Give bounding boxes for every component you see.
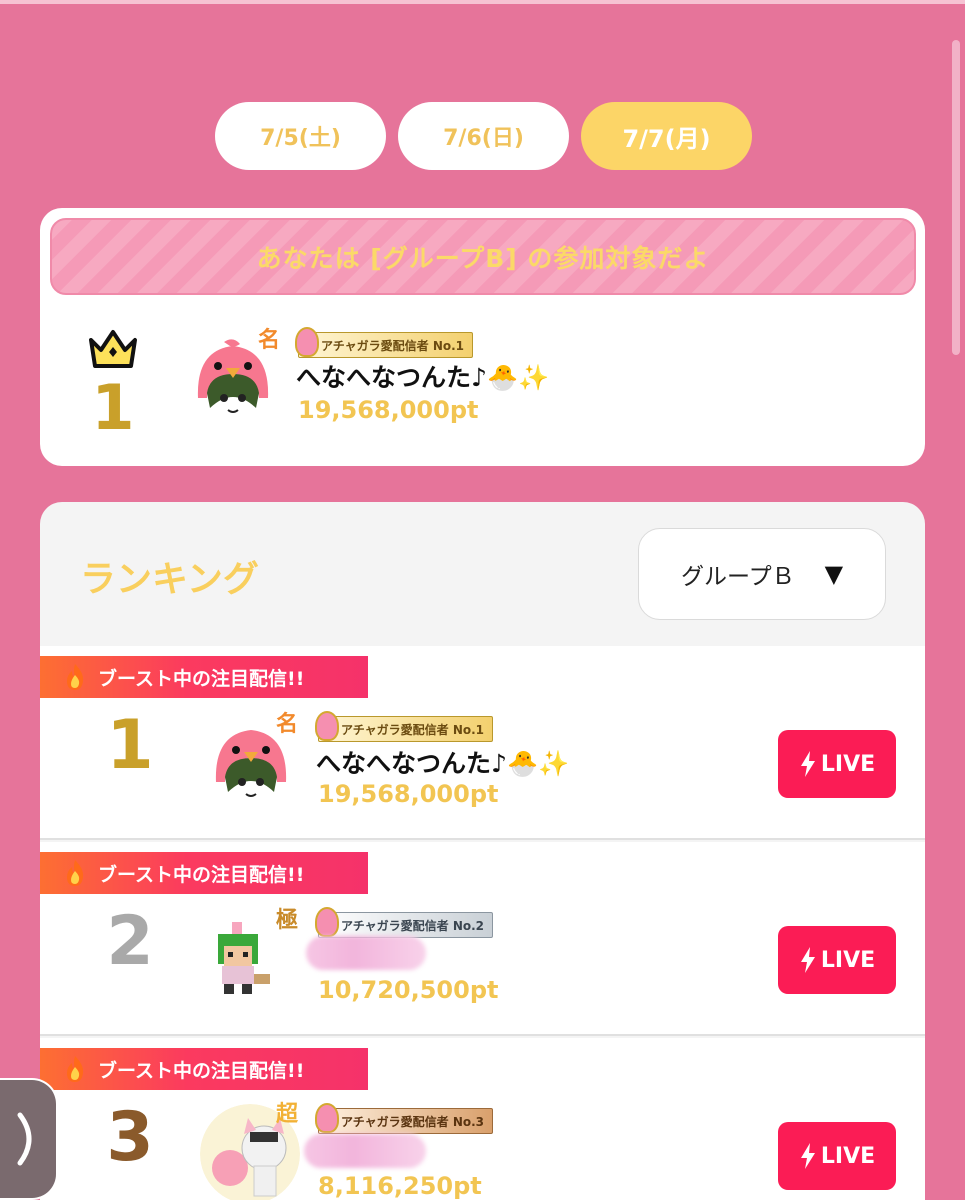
rank-badge: アチャガラ愛配信者 No.1 [295,327,474,358]
boost-label: ブースト中の注目配信!! [98,667,305,690]
boost-banner: ブースト中の注目配信!! [40,852,368,894]
boost-label: ブースト中の注目配信!! [98,863,305,886]
group-banner: あなたは [グループB] の参加対象だよ [50,218,916,295]
live-label: LIVE [820,1143,876,1169]
streamer-points: 10,720,500pt [318,976,499,1004]
group-select[interactable]: グループＢ ▼ [638,528,886,620]
avatar-tag: 名 [276,712,299,737]
top-divider [0,0,965,4]
dropdown-arrow-icon: ▼ [824,560,844,588]
ranking-title: ランキング [80,559,259,600]
ranking-panel: ランキング グループＢ ▼ ブースト中の注目配信!! 1 名 アチャガラ愛配信者… [40,502,925,1200]
redacted-name [304,1134,426,1168]
scrollbar-thumb[interactable] [952,40,960,355]
streamer-points: 19,568,000pt [298,396,479,424]
rank-badge: アチャガラ愛配信者 No.1 [315,711,494,742]
rank-number: 3 [106,1098,154,1177]
badge-icon [295,327,319,357]
live-button[interactable]: LIVE [778,730,896,798]
ranking-row[interactable]: ブースト中の注目配信!! 1 名 アチャガラ愛配信者 No.1 へなへなつんた♪… [40,646,925,840]
chevron-right-icon [17,1112,32,1166]
side-drawer-handle[interactable] [0,1078,58,1200]
rank-number: 1 [106,706,154,785]
my-status-card: あなたは [グループB] の参加対象だよ 1 名 アチャガラ愛配信者 No.1 … [40,208,925,466]
date-tabs: 7/5(土) 7/6(日) 7/7(月) [215,102,752,170]
streamer-points: 8,116,250pt [318,1172,482,1200]
flame-icon [67,1056,84,1082]
tab-date-0707[interactable]: 7/7(月) [581,102,752,170]
badge-label: アチャガラ愛配信者 No.1 [341,722,485,737]
group-select-value: グループＢ [680,564,795,590]
flame-icon [67,664,84,690]
live-button[interactable]: LIVE [778,1122,896,1190]
avatar-tag: 名 [258,328,281,353]
ranking-row[interactable]: ブースト中の注目配信!! 2 極 アチャガラ愛配信者 No.2 10,720,5… [40,842,925,1036]
boost-banner: ブースト中の注目配信!! [40,1048,368,1090]
lightning-icon [800,751,815,777]
crown-icon [89,330,137,368]
ranking-row[interactable]: ブースト中の注目配信!! 3 超 アチャガラ愛配信者 No.3 8,116,25… [40,1038,925,1200]
badge-label: アチャガラ愛配信者 No.1 [321,338,465,353]
badge-label: アチャガラ愛配信者 No.2 [341,918,485,933]
boost-banner: ブースト中の注目配信!! [40,656,368,698]
lightning-icon [800,1143,815,1169]
redacted-name [306,936,426,970]
streamer-name: へなへなつんた♪🐣✨ [316,749,570,778]
rank-badge: アチャガラ愛配信者 No.3 [315,1103,494,1134]
badge-label: アチャガラ愛配信者 No.3 [341,1114,485,1129]
live-label: LIVE [820,751,876,777]
lightning-icon [800,947,815,973]
boost-label: ブースト中の注目配信!! [98,1059,305,1082]
my-rank: 1 [91,371,135,444]
rank-badge: アチャガラ愛配信者 No.2 [315,907,494,938]
badge-icon [315,1103,339,1133]
rank-number: 2 [106,902,154,981]
badge-icon [315,907,339,937]
avatar-tag: 極 [276,908,299,933]
flame-icon [67,860,84,886]
tab-date-0705[interactable]: 7/5(土) [215,102,386,170]
streamer-name: へなへなつんた♪🐣✨ [296,363,550,392]
avatar-tag: 超 [276,1102,299,1127]
tab-date-0706[interactable]: 7/6(日) [398,102,569,170]
badge-icon [315,711,339,741]
streamer-points: 19,568,000pt [318,780,499,808]
live-label: LIVE [820,947,876,973]
live-button[interactable]: LIVE [778,926,896,994]
